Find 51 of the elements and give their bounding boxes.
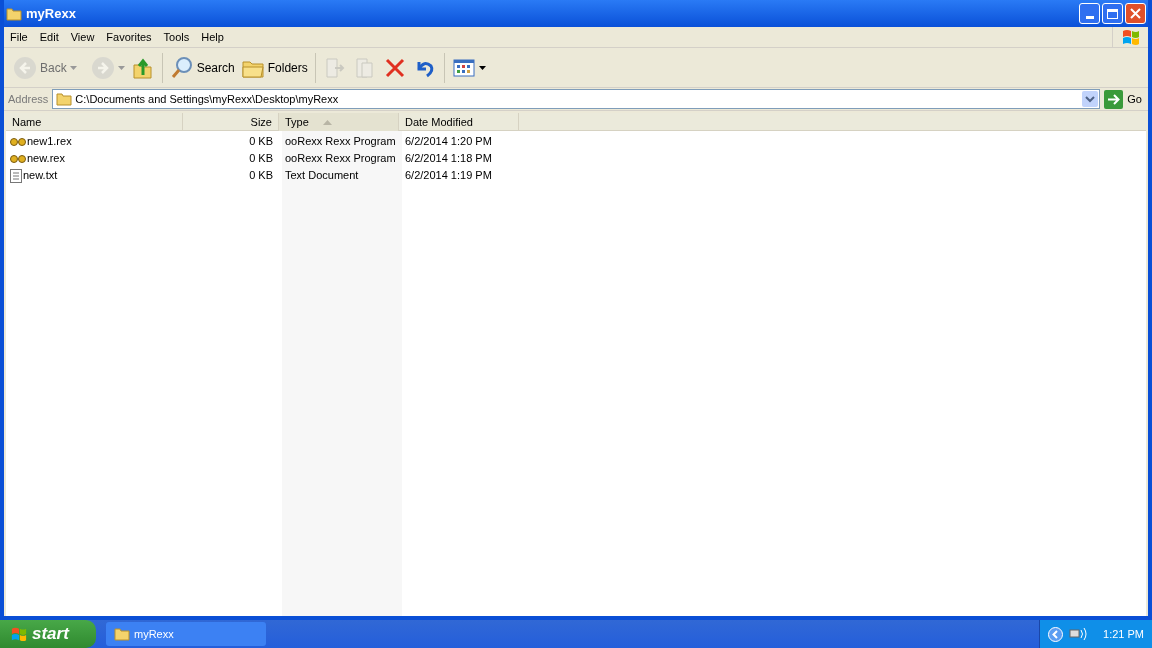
menu-item[interactable]: Tools	[157, 27, 196, 47]
go-button[interactable]: Go	[1104, 89, 1144, 109]
file-name[interactable]: new1.rex	[27, 133, 72, 150]
folder-icon	[6, 6, 22, 21]
menu-item[interactable]: View	[64, 27, 101, 47]
caret-icon	[117, 65, 125, 70]
table-cell-text: 0 KB	[249, 168, 273, 184]
folder-icon	[56, 92, 73, 106]
menu-item[interactable]: Favorites	[100, 27, 158, 47]
folders-button[interactable]: Folders	[237, 51, 311, 84]
column-header[interactable]: Type	[279, 113, 399, 131]
glasses-icon	[10, 136, 26, 147]
file-name[interactable]: new.rex	[27, 150, 65, 167]
menu-item[interactable]: Edit	[33, 27, 65, 47]
table-cell-text: ooRexx Rexx Program	[285, 151, 396, 167]
table-cell-text: ooRexx Rexx Program	[285, 134, 396, 150]
close-button[interactable]	[1125, 3, 1146, 24]
window-title: myRexx	[26, 4, 76, 23]
menu-item[interactable]: Help	[195, 27, 230, 47]
menu-item[interactable]: File	[4, 27, 34, 47]
table-cell-text: 0 KB	[249, 151, 273, 167]
clock: 1:21 PM	[1103, 626, 1144, 642]
table-cell-text: 6/2/2014 1:20 PM	[405, 134, 492, 150]
table-cell-text: 6/2/2014 1:19 PM	[405, 168, 492, 184]
caret-icon	[69, 65, 77, 70]
column-header[interactable]: Name	[6, 113, 183, 131]
start-button[interactable]: start	[0, 620, 96, 648]
flag-logo-icon	[1120, 28, 1141, 46]
glasses-icon	[10, 153, 26, 164]
search-icon	[169, 55, 194, 80]
chevron-left-icon[interactable]	[1048, 626, 1064, 642]
text-file-icon	[10, 168, 22, 183]
flag-logo-icon	[10, 626, 28, 642]
sort-arrow-icon	[322, 119, 332, 125]
network-icon[interactable]	[1069, 627, 1090, 641]
address-label: Address	[8, 91, 49, 107]
folder-icon	[114, 627, 130, 641]
address-field[interactable]: C:\Documents and Settings\myRexx\Desktop\myRexx	[52, 89, 1101, 109]
file-name[interactable]: new.txt	[23, 167, 58, 184]
search-button[interactable]: Search	[166, 51, 238, 84]
taskbar-button[interactable]: myRexx	[106, 622, 266, 646]
caret-icon	[478, 65, 486, 70]
minimize-icon	[1085, 16, 1094, 19]
close-icon	[1130, 8, 1141, 19]
table-cell-text: 6/2/2014 1:18 PM	[405, 151, 492, 167]
minimize-button[interactable]	[1079, 3, 1100, 24]
table-cell-text: 0 KB	[249, 134, 273, 150]
maximize-button[interactable]	[1102, 3, 1123, 24]
maximize-icon	[1107, 8, 1118, 19]
table-cell-text: Text Document	[285, 168, 359, 184]
arrow-right-icon	[1104, 89, 1124, 109]
